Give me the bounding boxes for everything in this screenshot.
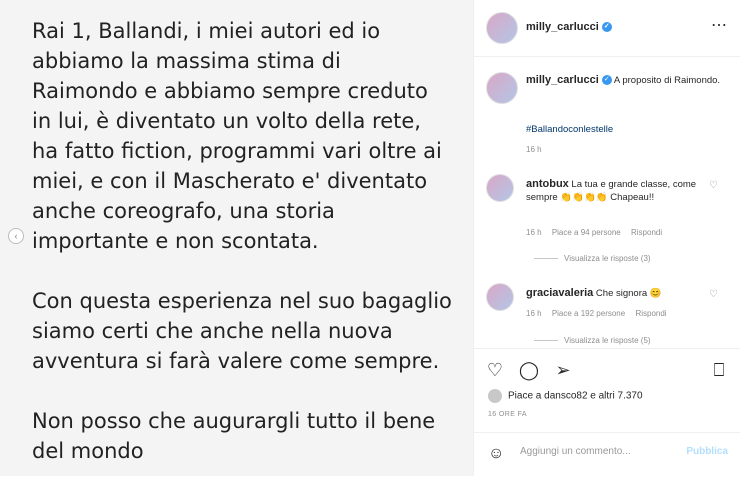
avatar[interactable] — [486, 283, 514, 311]
carousel-prev-icon[interactable]: ‹ — [8, 228, 24, 244]
action-bar: ♡ ◯ ➢ ⎕ Piace a dansco82 e altri 7.370 1… — [474, 348, 740, 433]
caption-text: milly_carlucci ✓ A proposito di Raimondo. — [526, 74, 726, 87]
header-username[interactable]: milly_carlucci ✓ — [526, 21, 612, 33]
heart-icon[interactable]: ♡ — [709, 289, 718, 300]
bookmark-icon[interactable]: ⎕ — [708, 359, 730, 381]
comment-text: graciavaleria Che signora 😊 — [526, 287, 706, 300]
heart-icon[interactable]: ♡ — [484, 359, 506, 381]
post-text-image: Rai 1, Ballandi, i miei autori ed io abb… — [32, 16, 452, 496]
comment-icon[interactable]: ◯ — [518, 359, 540, 381]
comment-time: 16 h — [526, 228, 542, 237]
comment-username[interactable]: antobux — [526, 178, 569, 190]
comment-input[interactable] — [518, 445, 682, 458]
post-date: 16 ORE FA — [488, 411, 528, 418]
comment-meta: 16 h Piace a 192 persone Rispondi — [526, 309, 675, 318]
view-replies[interactable]: Visualizza le risposte (5) — [534, 336, 651, 345]
post-paragraph-3: Non posso che augurargli tutto il bene d… — [32, 409, 436, 463]
more-options-icon[interactable]: ⋯ — [711, 15, 728, 35]
heart-icon[interactable]: ♡ — [709, 180, 718, 191]
post-paragraph-2: Con questa esperienza nel suo bagaglio s… — [32, 289, 452, 373]
comment-likes[interactable]: Piace a 94 persone — [552, 228, 621, 237]
comment-text: antobux La tua e grande classe, come sem… — [526, 178, 706, 204]
comment-reply-button[interactable]: Rispondi — [635, 309, 666, 318]
replies-divider — [534, 258, 558, 260]
comment-time: 16 h — [526, 309, 542, 318]
verified-badge-icon: ✓ — [601, 75, 612, 86]
view-replies[interactable]: Visualizza le risposte (3) — [534, 254, 651, 263]
post-sidebar: milly_carlucci ✓ ⋯ milly_carlucci ✓ A prop… — [473, 0, 740, 476]
avatar[interactable] — [486, 174, 514, 202]
replies-divider — [534, 340, 558, 342]
post-header: milly_carlucci ✓ ⋯ — [474, 0, 740, 57]
comment-body: Che signora 😊 — [595, 288, 662, 299]
comment-likes[interactable]: Piace a 192 persone — [552, 309, 625, 318]
caption-time: 16 h — [526, 145, 542, 154]
share-icon[interactable]: ➢ — [552, 359, 574, 381]
post-image[interactable]: Rai 1, Ballandi, i miei autori ed io abb… — [0, 0, 473, 476]
view-replies-label: Visualizza le risposte (3) — [564, 254, 651, 263]
caption-hashtag[interactable]: #Ballandoconlestelle — [526, 124, 613, 135]
comment-reply-button[interactable]: Rispondi — [631, 228, 662, 237]
liker-avatar — [488, 389, 502, 403]
caption-body: A proposito di Raimondo. — [613, 75, 721, 86]
emoji-icon[interactable]: ☺ — [488, 445, 504, 463]
add-comment-bar: ☺ Pubblica — [474, 432, 740, 477]
comment-username[interactable]: graciavaleria — [526, 287, 593, 299]
likes-text: Piace a dansco82 e altri 7.370 — [508, 390, 643, 402]
view-replies-label: Visualizza le risposte (5) — [564, 336, 651, 345]
avatar[interactable] — [486, 12, 518, 44]
comment-meta: 16 h Piace a 94 persone Rispondi — [526, 228, 670, 237]
verified-badge-icon: ✓ — [601, 22, 612, 33]
likes-summary[interactable]: Piace a dansco82 e altri 7.370 — [488, 389, 643, 403]
avatar[interactable] — [486, 72, 518, 104]
caption-username[interactable]: milly_carlucci — [526, 74, 599, 86]
publish-button[interactable]: Pubblica — [686, 446, 728, 457]
post-paragraph-1: Rai 1, Ballandi, i miei autori ed io abb… — [32, 19, 442, 253]
